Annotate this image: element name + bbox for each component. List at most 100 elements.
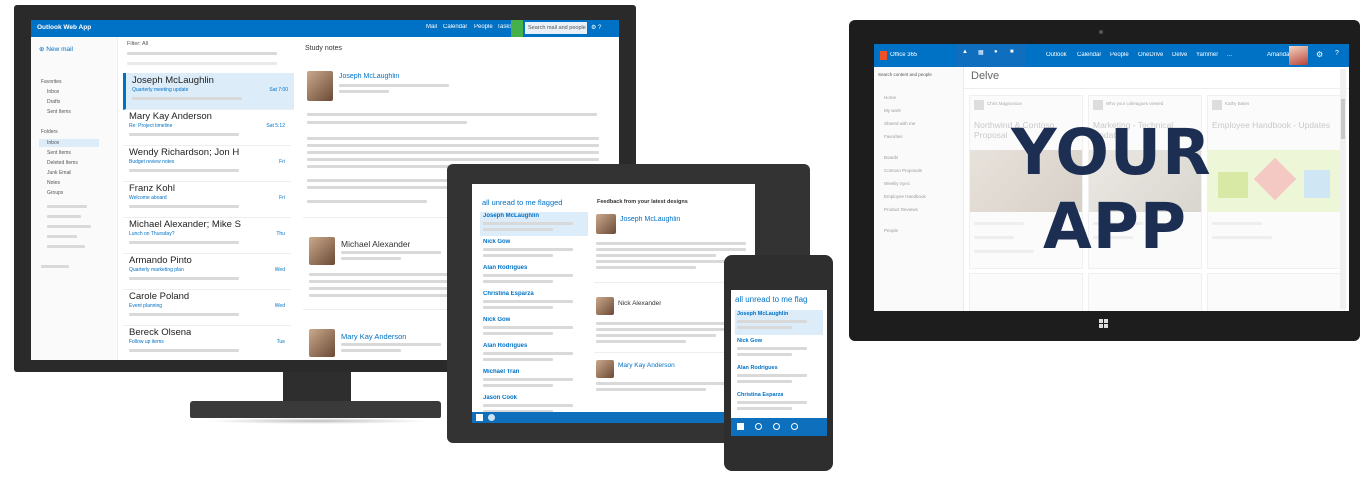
message-sender: Bereck Olsena xyxy=(129,327,192,338)
nav-people[interactable]: People xyxy=(474,24,493,30)
nav-outlook[interactable]: Outlook xyxy=(1046,52,1067,58)
tablet-sender[interactable]: Joseph McLaughlin xyxy=(620,216,680,223)
folder-item[interactable]: Folders xyxy=(41,129,58,135)
tablet-message-row[interactable]: Joseph McLaughlin xyxy=(480,212,588,236)
select-icon[interactable] xyxy=(773,423,780,430)
phone-message-sender: Nick Gow xyxy=(737,338,763,344)
nav-yammer[interactable]: Yammer xyxy=(1196,52,1218,58)
phone-message-row[interactable]: Nick Gow xyxy=(735,337,823,362)
message-row[interactable]: Armando Pinto Quarterly marketing plan Wed xyxy=(123,253,291,290)
tablet-message-row[interactable]: Alan Rodrigues xyxy=(480,342,588,366)
folder-item[interactable]: Junk Email xyxy=(47,170,71,176)
tablet-message-row[interactable]: Nick Gow xyxy=(480,316,588,340)
delve-nav-item[interactable]: Weekly Sync xyxy=(884,181,910,186)
tablet-reply-sender[interactable]: Nick Alexander xyxy=(618,300,661,307)
new-mail-button[interactable]: ⊕ New mail xyxy=(39,45,73,53)
monitor-stand-base xyxy=(190,401,441,418)
message-subject: Quarterly marketing plan xyxy=(129,267,184,273)
tablet-message-row[interactable]: Nick Gow xyxy=(480,238,588,262)
author-avatar xyxy=(974,100,984,110)
folder-item[interactable]: Sent Items xyxy=(47,109,71,115)
apps-icon[interactable]: ■ xyxy=(1010,49,1014,55)
nav-delve[interactable]: Delve xyxy=(1172,52,1187,58)
phone-message-row[interactable]: Christina Esparza xyxy=(735,391,823,416)
message-row[interactable]: Joseph McLaughlin Quarterly meeting updat… xyxy=(123,73,294,110)
nav-onedrive[interactable]: OneDrive xyxy=(1138,52,1163,58)
message-time: Fri xyxy=(279,159,285,165)
owa-top-bar: Outlook Web App Mail Calendar People Tas… xyxy=(31,20,619,37)
delve-nav-item[interactable]: Shared with me xyxy=(884,121,915,126)
message-sender: Wendy Richardson; Jon H xyxy=(129,147,240,158)
message-row[interactable]: Wendy Richardson; Jon H Budget review not… xyxy=(123,145,291,182)
delve-main: Delve Chris Magnusson Northwind & Contos… xyxy=(963,67,1349,311)
delve-nav-item[interactable]: Employee Handbook xyxy=(884,194,926,199)
delve-card[interactable] xyxy=(1088,273,1202,311)
tablet-reading-header: Feedback from your latest designs xyxy=(597,199,688,205)
delve-nav-item[interactable]: My work xyxy=(884,108,901,113)
folder-item[interactable]: Favorites xyxy=(41,79,62,85)
start-icon[interactable] xyxy=(476,414,483,421)
user-name[interactable]: Amanda xyxy=(1267,52,1289,58)
reply-avatar xyxy=(309,237,335,265)
message-row[interactable]: Mary Kay Anderson Re: Project timeline Sat… xyxy=(123,109,291,146)
nav-mail[interactable]: Mail xyxy=(426,24,437,30)
search-input[interactable]: Search mail and people xyxy=(525,22,587,34)
calendar-icon[interactable]: ▦ xyxy=(978,49,984,56)
phone-message-row[interactable]: Alan Rodrigues xyxy=(735,364,823,389)
folder-item[interactable]: Inbox xyxy=(47,89,59,95)
browser-icon[interactable] xyxy=(488,414,495,421)
tablet-message-row[interactable]: Christina Esparza xyxy=(480,290,588,314)
settings-icon[interactable]: ⚙ ? xyxy=(591,24,601,31)
sync-icon[interactable] xyxy=(755,423,762,430)
nav-calendar[interactable]: Calendar xyxy=(443,24,467,30)
delve-search[interactable]: Search content and people xyxy=(878,72,932,77)
delve-nav-item[interactable]: Product Reviews xyxy=(884,207,918,212)
windows-logo-icon[interactable] xyxy=(1099,319,1109,329)
settings-icon[interactable]: ⚙ xyxy=(1316,50,1323,59)
message-row[interactable]: Franz Kohl Welcome aboard Fri xyxy=(123,181,291,218)
reading-sender[interactable]: Joseph McLaughlin xyxy=(339,73,399,80)
delve-nav-item[interactable]: Contoso Proposals xyxy=(884,168,922,173)
folder-item[interactable]: Notes xyxy=(47,180,60,186)
delve-card[interactable]: Kathy Bates Employee Handbook - Updates xyxy=(1207,95,1345,269)
nav-more[interactable]: ... xyxy=(1227,52,1232,58)
windows-tablet-screen: Office 365 ▲ ▦ ● ■ Outlook Calendar Peop… xyxy=(874,44,1349,311)
delve-nav-item[interactable]: Favorites xyxy=(884,134,903,139)
compose-icon[interactable] xyxy=(737,423,744,430)
tablet-reply2-sender[interactable]: Mary Kay Anderson xyxy=(618,362,675,369)
tablet-message-row[interactable]: Alan Rodrigues xyxy=(480,264,588,288)
app-tiles: ▲ ▦ ● ■ xyxy=(956,44,1026,67)
delve-card[interactable] xyxy=(1207,273,1345,311)
phone-message-sender: Joseph McLaughlin xyxy=(737,311,789,317)
user-avatar[interactable] xyxy=(1289,46,1308,65)
folder-item[interactable]: Inbox xyxy=(47,140,59,146)
notification-icon[interactable]: ▲ xyxy=(962,49,968,55)
scrollbar[interactable] xyxy=(1340,69,1346,309)
delve-nav-item[interactable]: People xyxy=(884,228,898,233)
delve-nav-item[interactable]: Home xyxy=(884,95,896,100)
message-row[interactable]: Bereck Olsena Follow up items Tue xyxy=(123,325,291,360)
nav-people[interactable]: People xyxy=(1110,52,1129,58)
reply2-sender[interactable]: Mary Kay Anderson xyxy=(341,332,406,341)
delve-nav-item[interactable]: Boards xyxy=(884,155,898,160)
owa-brand: Outlook Web App xyxy=(37,24,92,31)
folder-item[interactable]: Groups xyxy=(47,190,63,196)
tablet-filter[interactable]: all unread to me flagged xyxy=(482,198,562,207)
folder-item[interactable]: Deleted Items xyxy=(47,160,78,166)
message-row[interactable]: Michael Alexander; Mike S Lunch on Thursd… xyxy=(123,217,291,254)
phone-message-row[interactable]: Joseph McLaughlin xyxy=(735,310,823,335)
message-sender: Franz Kohl xyxy=(129,183,175,194)
search-icon[interactable] xyxy=(791,423,798,430)
message-row[interactable]: Carole Poland Event planning Wed xyxy=(123,289,291,326)
tablet-message-row[interactable]: Michael Tran xyxy=(480,368,588,392)
delve-card[interactable] xyxy=(969,273,1083,311)
folder-item[interactable]: Sent Items xyxy=(47,150,71,156)
reply-sender[interactable]: Michael Alexander xyxy=(341,239,410,249)
folder-item[interactable]: Drafts xyxy=(47,99,60,105)
nav-calendar[interactable]: Calendar xyxy=(1077,52,1101,58)
help-icon[interactable]: ? xyxy=(1335,50,1339,57)
list-filter[interactable]: Filter: All xyxy=(127,41,148,47)
people-icon[interactable]: ● xyxy=(994,49,998,55)
message-subject: Welcome aboard xyxy=(129,195,167,201)
phone-filter[interactable]: all unread to me flag xyxy=(735,295,827,304)
